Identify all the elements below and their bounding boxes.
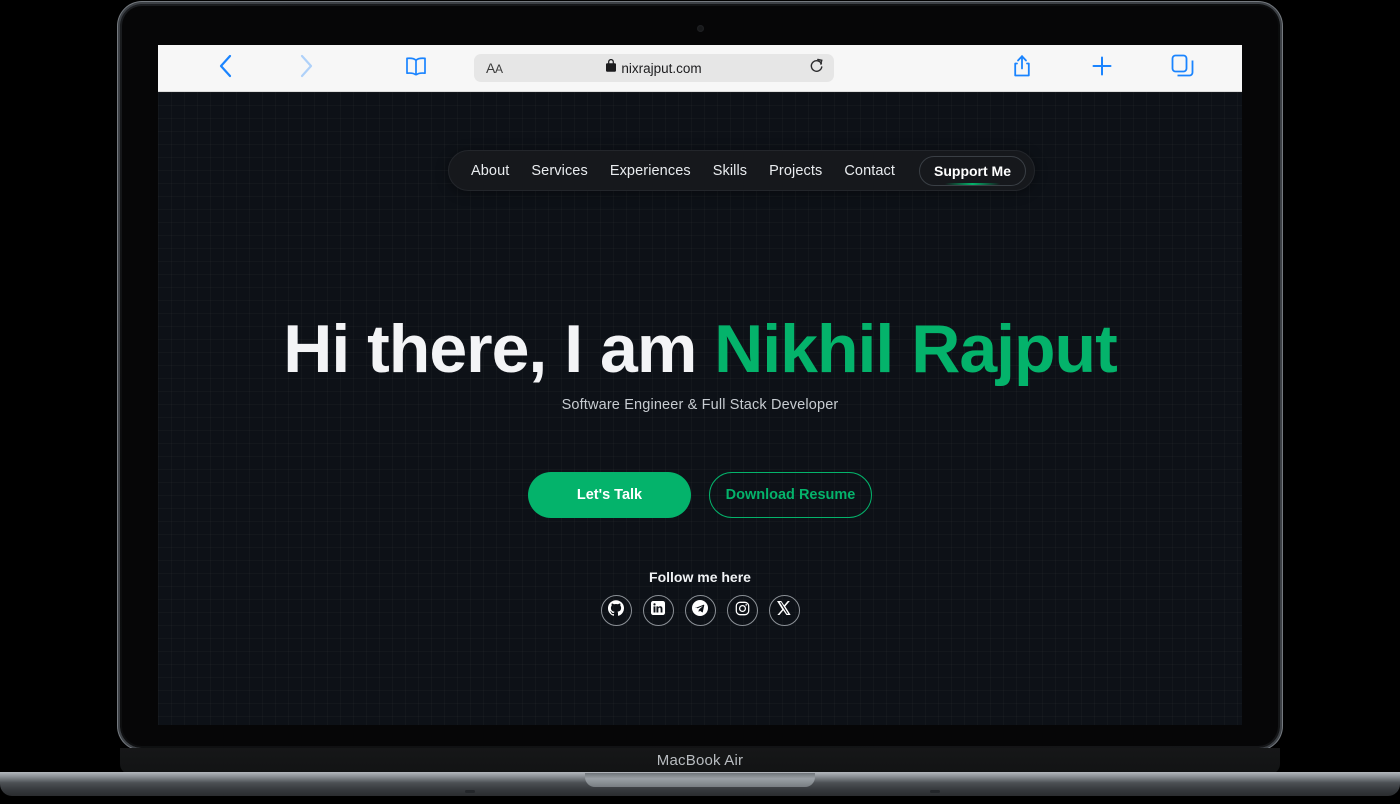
download-resume-button[interactable]: Download Resume (709, 472, 872, 518)
nav-item-contact[interactable]: Contact (844, 163, 895, 179)
x-twitter-icon (777, 601, 791, 620)
show-tabs-button[interactable] (1142, 45, 1222, 92)
social-link-github[interactable] (600, 595, 632, 626)
nav-item-experiences[interactable]: Experiences (610, 163, 691, 179)
social-link-telegram[interactable] (684, 595, 716, 626)
website-page: About Services Experiences Skills Projec… (158, 92, 1242, 725)
reader-view-button[interactable] (376, 45, 456, 92)
share-icon (1012, 53, 1032, 84)
laptop-base-foot-left (465, 790, 475, 793)
instagram-icon (735, 601, 750, 621)
url-text: nixrajput.com (621, 60, 702, 76)
tabs-icon (1171, 54, 1194, 82)
chevron-right-icon (298, 53, 314, 84)
laptop-mockup: AA nixrajput.com About Services Experien… (0, 0, 1400, 804)
telegram-icon (692, 600, 708, 621)
hero-actions: Let's Talk Download Resume (158, 472, 1242, 518)
hero-subtitle: Software Engineer & Full Stack Developer (561, 397, 839, 413)
nav-item-services[interactable]: Services (531, 163, 587, 179)
linkedin-icon (651, 601, 665, 620)
support-me-button[interactable]: Support Me (919, 155, 1027, 186)
social-link-linkedin[interactable] (642, 595, 674, 626)
nav-item-projects[interactable]: Projects (769, 163, 822, 179)
share-button[interactable] (982, 45, 1062, 92)
social-link-instagram[interactable] (726, 595, 758, 626)
nav-item-skills[interactable]: Skills (713, 163, 747, 179)
text-size-button[interactable]: AA (486, 60, 503, 76)
laptop-base-foot-right (930, 790, 940, 793)
follow-me-heading: Follow me here (649, 569, 751, 585)
book-icon (404, 55, 428, 82)
social-links (158, 595, 1242, 626)
lock-icon (606, 59, 617, 77)
social-link-x-twitter[interactable] (768, 595, 800, 626)
hero-name: Nikhil Rajput (714, 311, 1118, 387)
github-icon (607, 600, 624, 621)
chevron-left-icon (218, 53, 234, 84)
macbook-model-label: MacBook Air (120, 748, 1280, 774)
safari-toolbar: AA nixrajput.com (158, 45, 1242, 92)
address-bar[interactable]: AA nixrajput.com (474, 54, 834, 82)
reload-button[interactable] (806, 58, 826, 78)
laptop-screen: AA nixrajput.com About Services Experien… (158, 45, 1242, 725)
site-navigation: About Services Experiences Skills Projec… (448, 150, 1036, 191)
forward-button[interactable] (266, 45, 346, 92)
plus-icon (1090, 54, 1114, 83)
laptop-base-notch (585, 773, 815, 787)
back-button[interactable] (186, 45, 266, 92)
hero-heading: Hi there, I am Nikhil Rajput (158, 311, 1242, 387)
hero-greeting: Hi there, I am (283, 311, 715, 387)
reload-icon (809, 58, 824, 78)
url-display: nixrajput.com (474, 59, 834, 77)
nav-item-about[interactable]: About (471, 163, 509, 179)
camera-dot (697, 25, 704, 32)
new-tab-button[interactable] (1062, 45, 1142, 92)
lets-talk-button[interactable]: Let's Talk (528, 472, 691, 518)
